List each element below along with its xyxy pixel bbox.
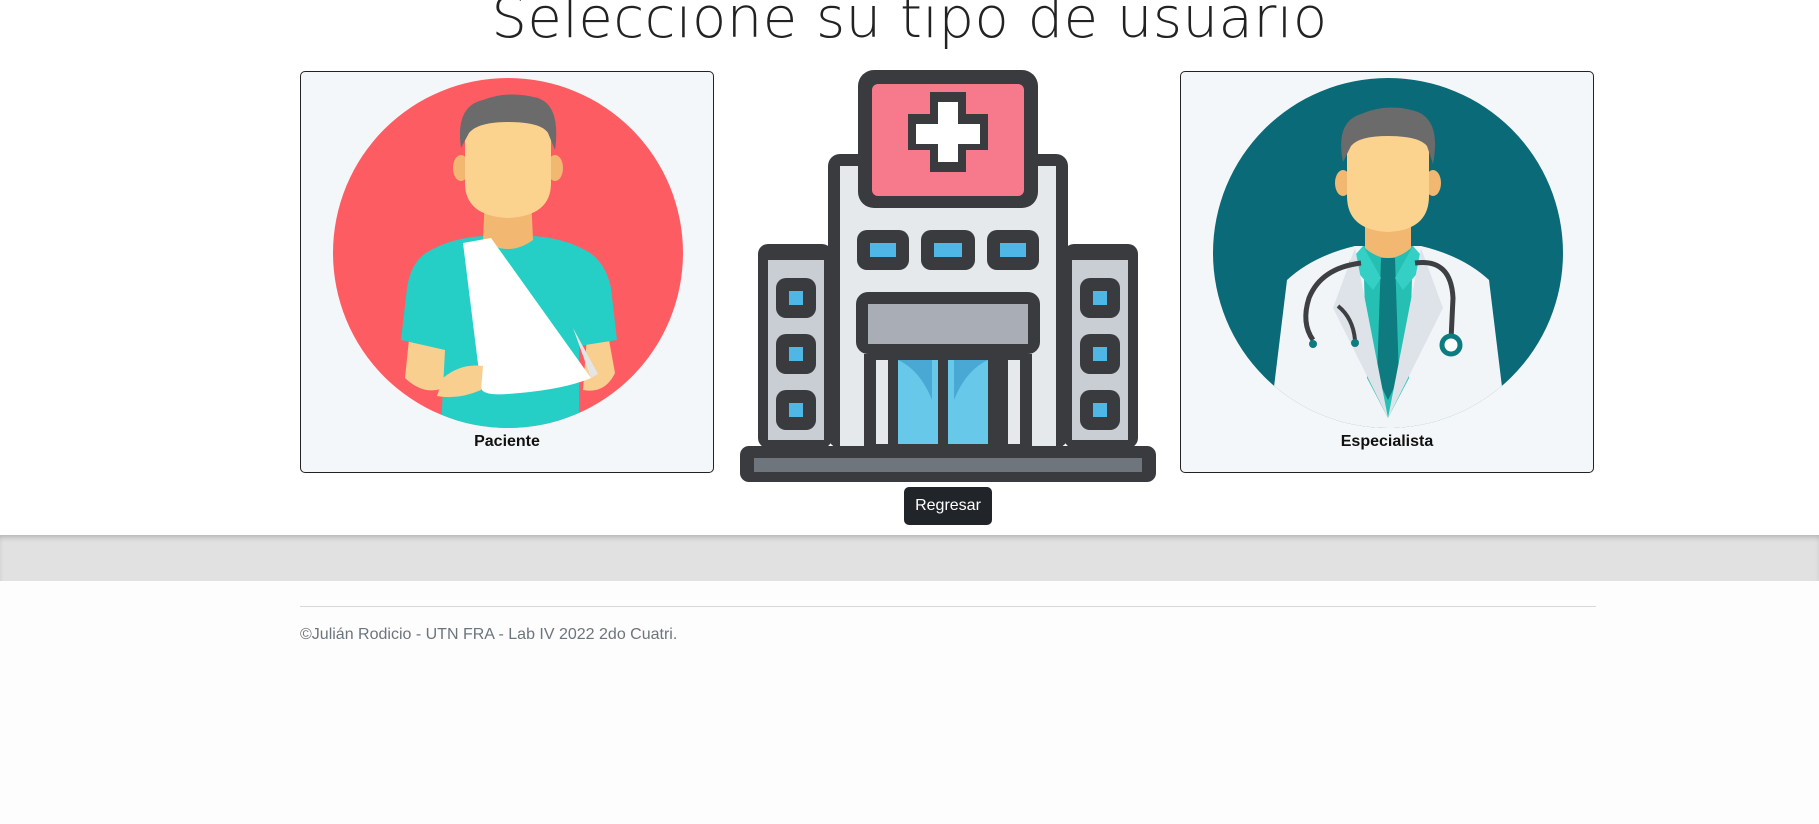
card-paciente[interactable]: Paciente [300,71,714,473]
footer-band [0,535,1819,581]
doctor-avatar-icon [1213,78,1563,428]
footer [0,581,1819,824]
card-especialista[interactable]: Especialista [1180,71,1594,473]
back-button[interactable]: Regresar [904,487,992,525]
hospital-icon [740,70,1156,482]
page-title: Seleccione su tipo de usuario [491,0,1328,51]
card-especialista-label: Especialista [1340,433,1434,450]
footer-copyright: ©Julián Rodicio - UTN FRA - Lab IV 2022 … [300,626,678,643]
footer-divider [300,606,1596,607]
patient-avatar-icon [333,78,683,428]
card-paciente-label: Paciente [474,433,540,450]
